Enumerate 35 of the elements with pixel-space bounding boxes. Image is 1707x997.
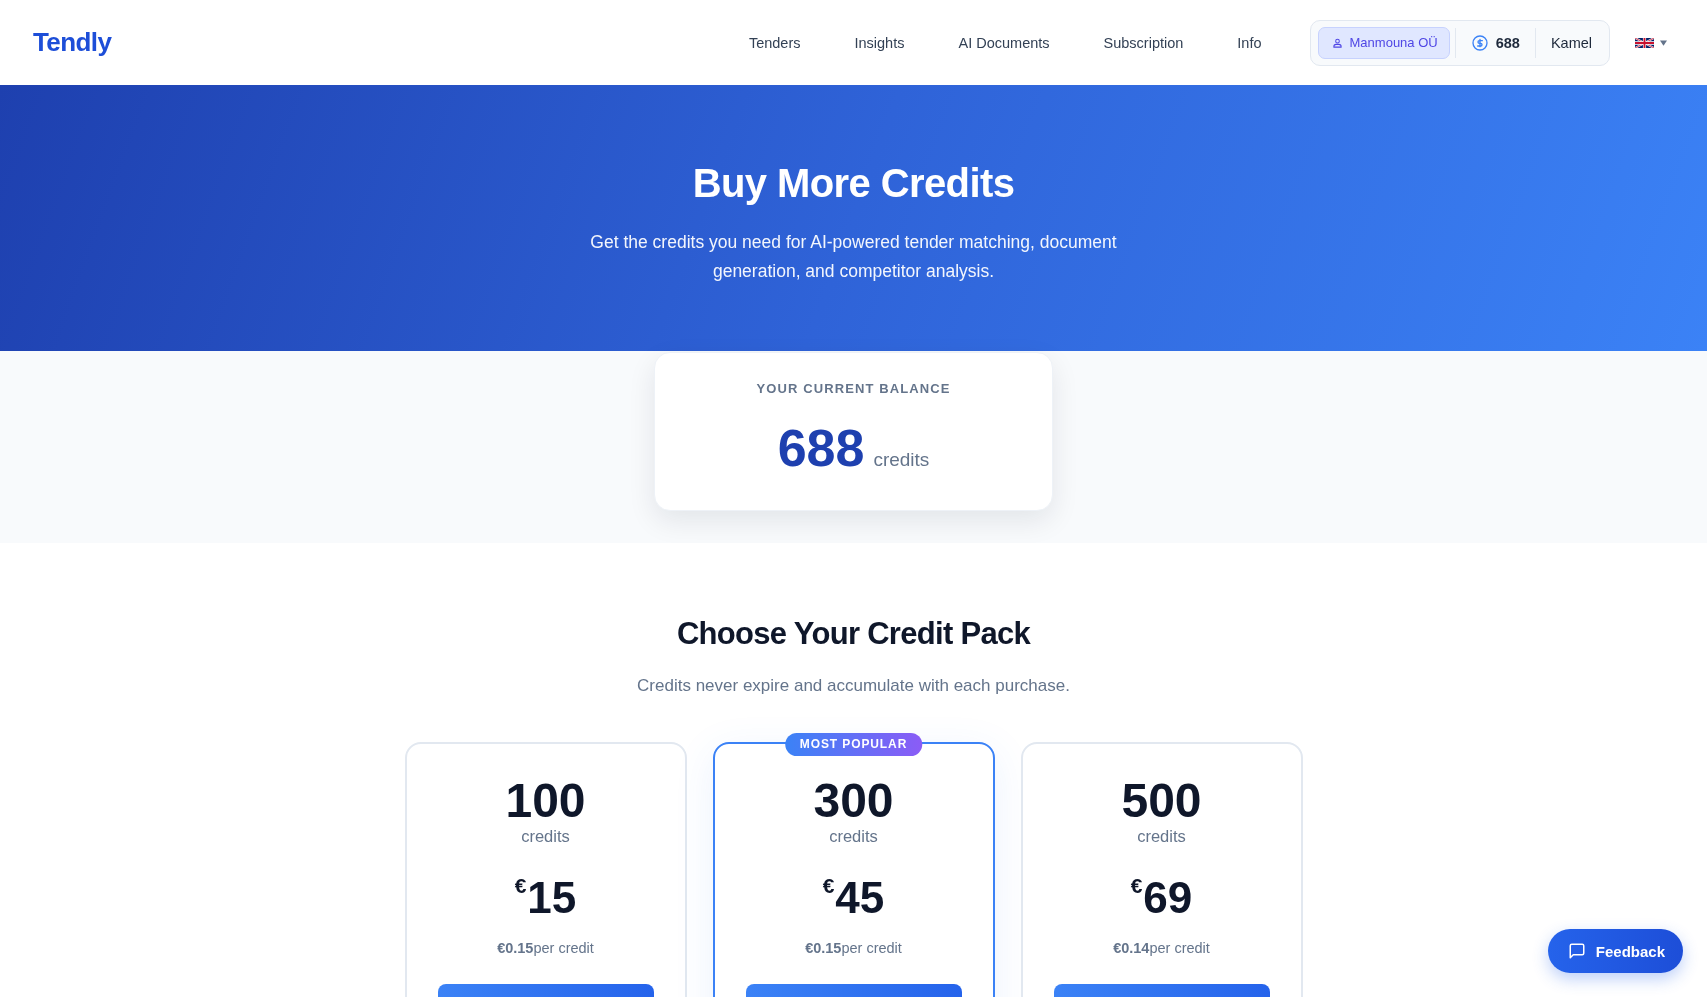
nav-link[interactable]: AI Documents xyxy=(946,26,1062,59)
pack-credit-unit: credits xyxy=(1137,826,1186,846)
pack-credit-amount: 500 xyxy=(1121,777,1202,825)
balance-label: YOUR CURRENT BALANCE xyxy=(756,381,951,397)
flag-icon[interactable] xyxy=(1635,37,1654,48)
nav-link[interactable]: Info xyxy=(1225,26,1274,59)
pack-credit-unit: credits xyxy=(829,826,878,846)
caret-icon[interactable] xyxy=(1660,39,1667,46)
user-name-link[interactable]: Kamel xyxy=(1550,34,1592,51)
per-credit-price: €0.15per credit xyxy=(497,939,594,958)
logo[interactable]: Tendly xyxy=(33,27,112,58)
chat-icon xyxy=(1567,942,1586,960)
organization-button[interactable]: Manmouna OÜ xyxy=(1317,26,1450,59)
per-credit-price: €0.15per credit xyxy=(805,939,902,958)
section-subtitle: Credits never expire and accumulate with each purchase. xyxy=(636,675,1071,697)
person-icon xyxy=(1331,36,1343,49)
nav-link[interactable]: Subscription xyxy=(1091,26,1196,59)
pack-credit-amount: 100 xyxy=(505,777,586,825)
pack-credit-unit: credits xyxy=(521,826,570,846)
popular-badge: MOST POPULAR xyxy=(784,733,923,756)
nav-link[interactable]: Tenders xyxy=(736,26,813,59)
hero-title: Buy More Credits xyxy=(691,160,1016,207)
balance-amount: 688 xyxy=(777,421,865,475)
balance-unit: credits xyxy=(873,449,930,471)
pack-price: $^{€}$69 xyxy=(1130,872,1193,924)
section-title: Choose Your Credit Pack xyxy=(675,615,1032,653)
pack-credit-amount: 300 xyxy=(813,777,894,825)
feedback-button[interactable]: Feedback xyxy=(1547,929,1683,973)
per-credit-price: €0.14per credit xyxy=(1113,939,1210,958)
dollar-coin-icon xyxy=(1471,34,1488,51)
pack-price: $^{€}$45 xyxy=(822,872,885,924)
pack-price: $^{€}$15 xyxy=(514,872,577,924)
credit-count: 688 xyxy=(1495,34,1520,51)
nav-link[interactable]: Insights xyxy=(842,26,917,59)
hero-subtitle: Get the credits you need for AI-powered tender matching, document generation, and competitor analysis. xyxy=(589,231,1118,283)
